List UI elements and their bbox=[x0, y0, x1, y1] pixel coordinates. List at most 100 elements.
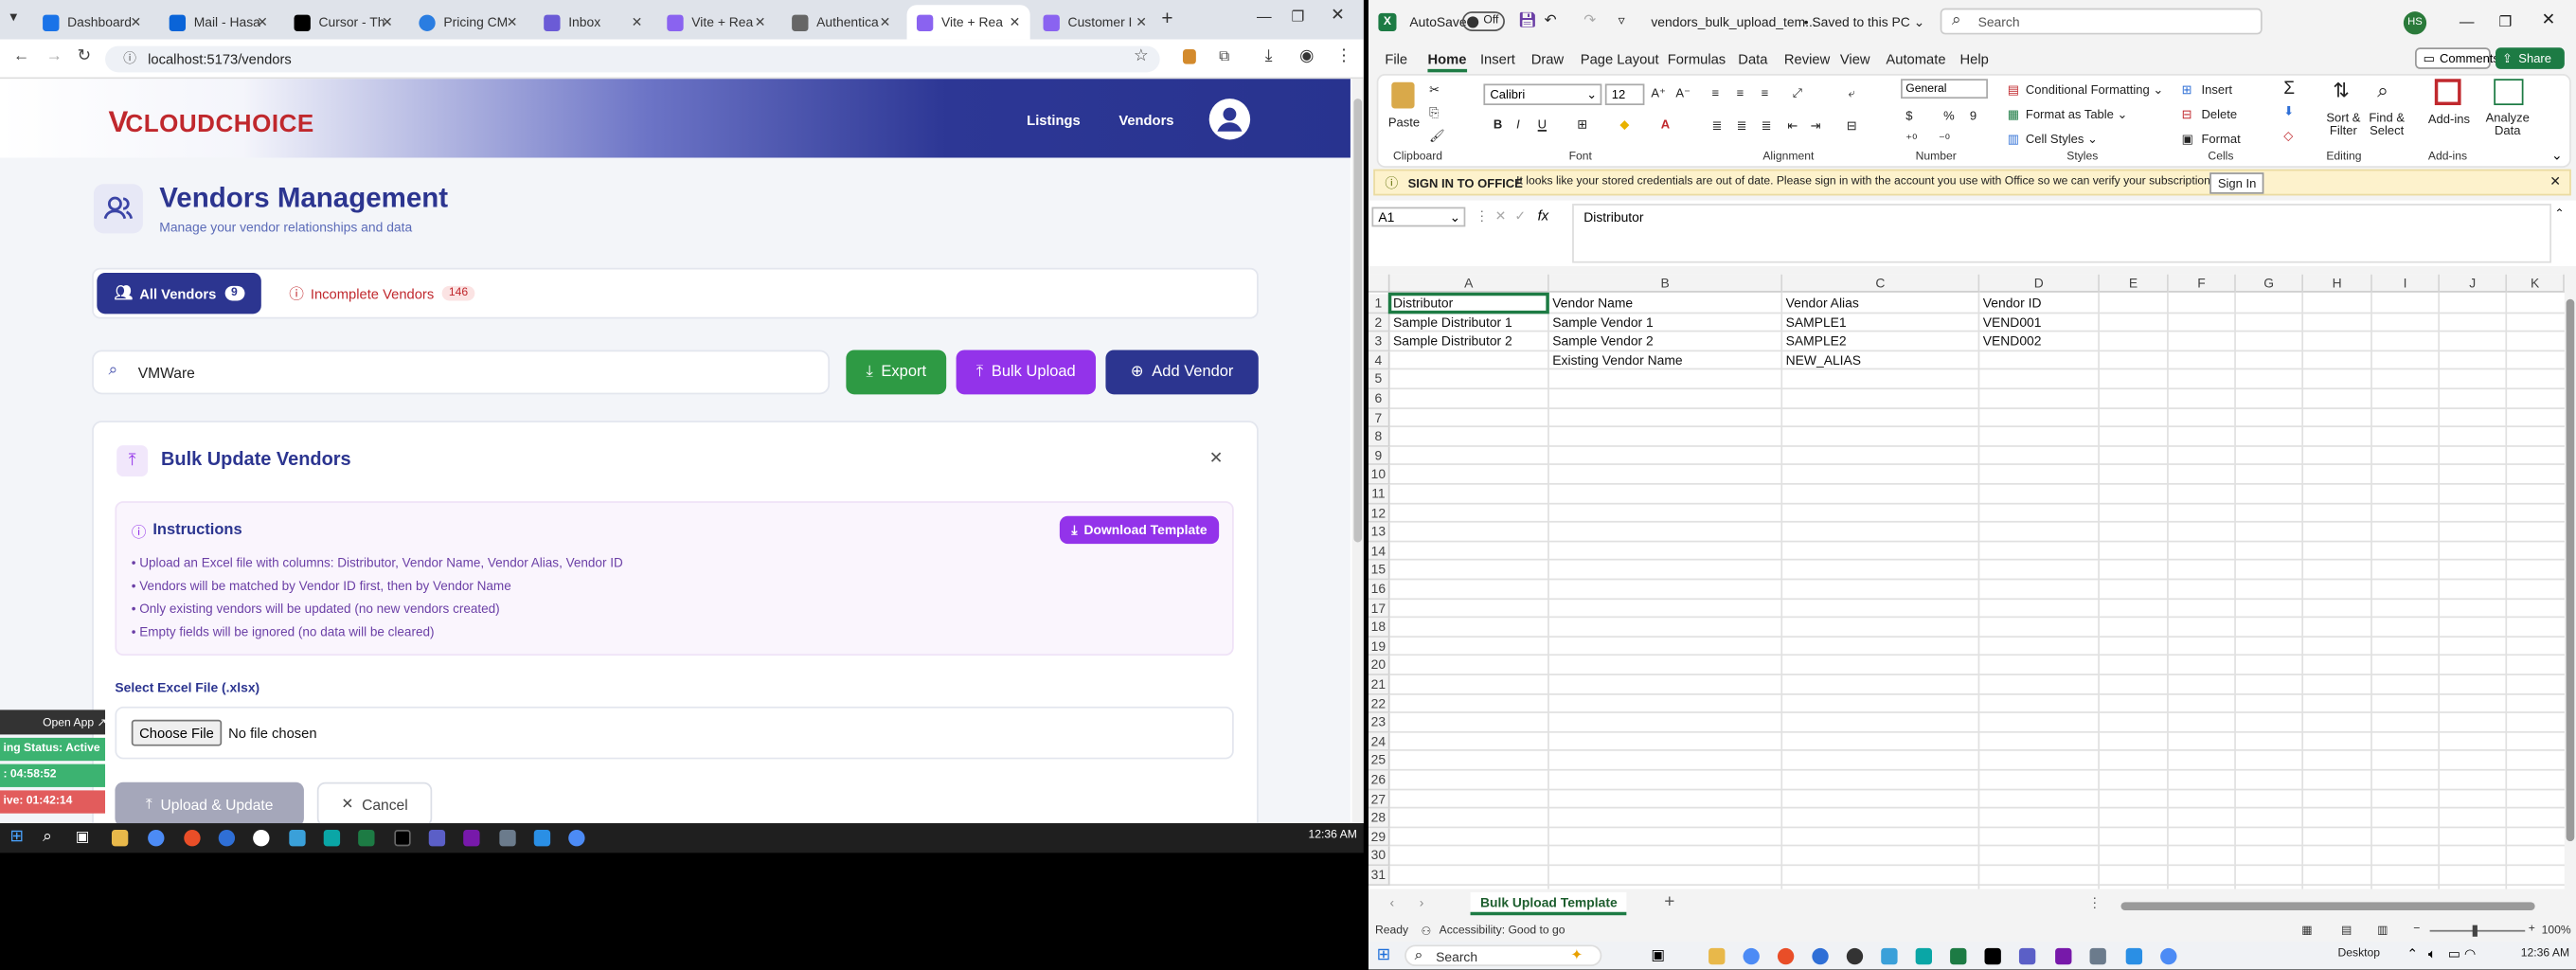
cell-b1[interactable]: Vendor Name bbox=[1549, 295, 1633, 314]
cell-a2[interactable]: Sample Distributor 1 bbox=[1390, 314, 1512, 333]
teams-icon[interactable] bbox=[428, 830, 446, 847]
align-right-icon[interactable]: ≣ bbox=[1762, 118, 1772, 134]
formula-input[interactable]: Distributor bbox=[1572, 204, 2551, 263]
close-icon[interactable]: ✕ bbox=[755, 15, 766, 30]
column-header-a[interactable]: A bbox=[1389, 274, 1549, 293]
zoom-icon[interactable] bbox=[218, 830, 236, 847]
zoom-level[interactable]: 100% bbox=[2542, 925, 2571, 937]
name-box[interactable]: A1 ⌄ bbox=[1371, 207, 1466, 227]
insert-button[interactable]: Insert bbox=[2201, 82, 2232, 98]
comma-icon[interactable]: 9 bbox=[1970, 108, 1977, 123]
extension-icon[interactable] bbox=[1182, 49, 1196, 64]
tab-incomplete-vendors[interactable]: ⓘ Incomplete Vendors 146 bbox=[289, 282, 475, 304]
page-layout-view-icon[interactable]: ▤ bbox=[2341, 924, 2352, 937]
column-header-i[interactable]: I bbox=[2371, 274, 2441, 293]
profile-icon[interactable]: ◉ bbox=[1299, 47, 1314, 65]
cell-d1[interactable]: Vendor ID bbox=[1979, 295, 2042, 314]
close-icon[interactable]: ✕ bbox=[880, 15, 891, 30]
chrome-icon[interactable] bbox=[1743, 947, 1760, 965]
row-header-9[interactable]: 9 bbox=[1368, 446, 1390, 466]
row-header-16[interactable]: 16 bbox=[1368, 580, 1390, 600]
close-icon[interactable]: ✕ bbox=[131, 15, 142, 30]
volume-icon[interactable]: 🔈︎ bbox=[2428, 946, 2436, 962]
row-header-2[interactable]: 2 bbox=[1368, 313, 1390, 332]
chrome-icon[interactable] bbox=[2160, 947, 2177, 965]
column-header-c[interactable]: C bbox=[1782, 274, 1980, 293]
zoom-out-icon[interactable]: − bbox=[2413, 924, 2420, 935]
row-header-6[interactable]: 6 bbox=[1368, 389, 1390, 409]
onenote-icon[interactable] bbox=[2055, 947, 2072, 965]
column-header-b[interactable]: B bbox=[1548, 274, 1783, 293]
tab-search-icon[interactable]: ▾ bbox=[9, 9, 17, 27]
taskbar-search[interactable]: ⌕ Search ✦ bbox=[1404, 944, 1602, 967]
decrease-font-icon[interactable]: A⁻ bbox=[1675, 85, 1690, 100]
comments-button[interactable]: ▭ Comments bbox=[2415, 47, 2499, 69]
conditional-formatting-button[interactable]: Conditional Formatting ⌄ bbox=[2026, 82, 2163, 98]
orientation-icon[interactable]: ⤢ bbox=[1793, 85, 1802, 101]
decrease-decimal-icon[interactable]: ⁻⁰ bbox=[1939, 132, 1950, 147]
close-icon[interactable]: ✕ bbox=[1136, 15, 1147, 30]
choose-file-button[interactable]: Choose File bbox=[131, 719, 223, 746]
row-header-25[interactable]: 25 bbox=[1368, 751, 1390, 771]
nav-listings[interactable]: Listings bbox=[1027, 112, 1081, 128]
site-info-icon[interactable]: ⓘ bbox=[123, 49, 136, 67]
row-header-24[interactable]: 24 bbox=[1368, 732, 1390, 752]
number-format-select[interactable]: General bbox=[1901, 79, 1988, 99]
menu-home[interactable]: Home bbox=[1427, 51, 1467, 73]
add-vendor-button[interactable]: ⊕ Add Vendor bbox=[1105, 350, 1259, 395]
column-header-j[interactable]: J bbox=[2440, 274, 2508, 293]
search-icon[interactable]: ⌕ bbox=[43, 828, 52, 846]
menu-draw[interactable]: Draw bbox=[1531, 51, 1564, 67]
page-break-view-icon[interactable]: ▥ bbox=[2377, 924, 2388, 937]
align-top-icon[interactable]: ≡ bbox=[1712, 85, 1720, 100]
column-header-f[interactable]: F bbox=[2168, 274, 2236, 293]
display-settings[interactable]: Desktop bbox=[2337, 948, 2380, 960]
search-input[interactable]: ⌕ VMWare bbox=[92, 350, 831, 395]
brave-icon[interactable] bbox=[1777, 947, 1795, 965]
search-box[interactable]: ⌕ Search bbox=[1940, 8, 2263, 35]
task-view-icon[interactable]: ▣ bbox=[76, 828, 90, 846]
bold-icon[interactable]: B bbox=[1494, 117, 1502, 132]
paste-button[interactable]: Paste bbox=[1388, 115, 1420, 130]
app-icon[interactable] bbox=[499, 830, 516, 847]
row-header-21[interactable]: 21 bbox=[1368, 674, 1390, 695]
row-header-13[interactable]: 13 bbox=[1368, 522, 1390, 543]
close-icon[interactable]: ✕ bbox=[257, 15, 268, 30]
column-header-d[interactable]: D bbox=[1979, 274, 2100, 293]
row-header-20[interactable]: 20 bbox=[1368, 656, 1390, 675]
increase-decimal-icon[interactable]: ⁺⁰ bbox=[1905, 132, 1917, 147]
row-header-3[interactable]: 3 bbox=[1368, 332, 1390, 351]
align-middle-icon[interactable]: ≡ bbox=[1737, 85, 1744, 100]
select-all-corner[interactable] bbox=[1368, 274, 1390, 293]
excel-icon[interactable] bbox=[358, 830, 375, 847]
excel-icon[interactable] bbox=[1950, 947, 1967, 965]
add-sheet-button[interactable]: + bbox=[1664, 892, 1674, 912]
row-header-4[interactable]: 4 bbox=[1368, 350, 1390, 370]
tab-all-vendors[interactable]: 👥︎ All Vendors 9 bbox=[97, 272, 261, 314]
analyze-data-button[interactable]: Analyze Data bbox=[2486, 111, 2530, 138]
tab-authentication[interactable]: Authentica ✕ bbox=[782, 5, 901, 39]
row-header-5[interactable]: 5 bbox=[1368, 369, 1390, 390]
download-icon[interactable]: ⤓ bbox=[1265, 47, 1273, 65]
currency-icon[interactable]: $ bbox=[1905, 108, 1912, 123]
saved-status[interactable]: • Saved to this PC ⌄ bbox=[1804, 15, 1925, 30]
row-header-15[interactable]: 15 bbox=[1368, 561, 1390, 581]
cloudchoice-logo[interactable]: VCLOUDCHOICE bbox=[108, 105, 313, 139]
bulk-upload-button[interactable]: ⤒ Bulk Upload bbox=[956, 350, 1097, 395]
row-header-7[interactable]: 7 bbox=[1368, 408, 1390, 428]
clock-app-icon[interactable] bbox=[1846, 947, 1864, 965]
italic-icon[interactable]: I bbox=[1516, 117, 1520, 132]
vertical-scrollbar[interactable] bbox=[2564, 292, 2576, 889]
open-app-link[interactable]: Open App ↗ bbox=[40, 716, 107, 729]
zoom-icon[interactable] bbox=[1812, 947, 1829, 965]
column-header-h[interactable]: H bbox=[2303, 274, 2372, 293]
borders-icon[interactable]: ⊞ bbox=[1577, 117, 1587, 132]
menu-data[interactable]: Data bbox=[1738, 51, 1767, 67]
redo-icon[interactable]: ↷ bbox=[1583, 11, 1596, 29]
share-button[interactable]: ⇪ Share bbox=[2496, 47, 2565, 69]
windows-start-icon[interactable]: ⊞ bbox=[1377, 946, 1391, 964]
download-template-button[interactable]: ⤓ Download Template bbox=[1059, 515, 1220, 545]
close-icon[interactable]: ✕ bbox=[632, 15, 643, 30]
confirm-entry-icon[interactable]: ✓ bbox=[1514, 208, 1526, 224]
cell-c1[interactable]: Vendor Alias bbox=[1782, 295, 1859, 314]
